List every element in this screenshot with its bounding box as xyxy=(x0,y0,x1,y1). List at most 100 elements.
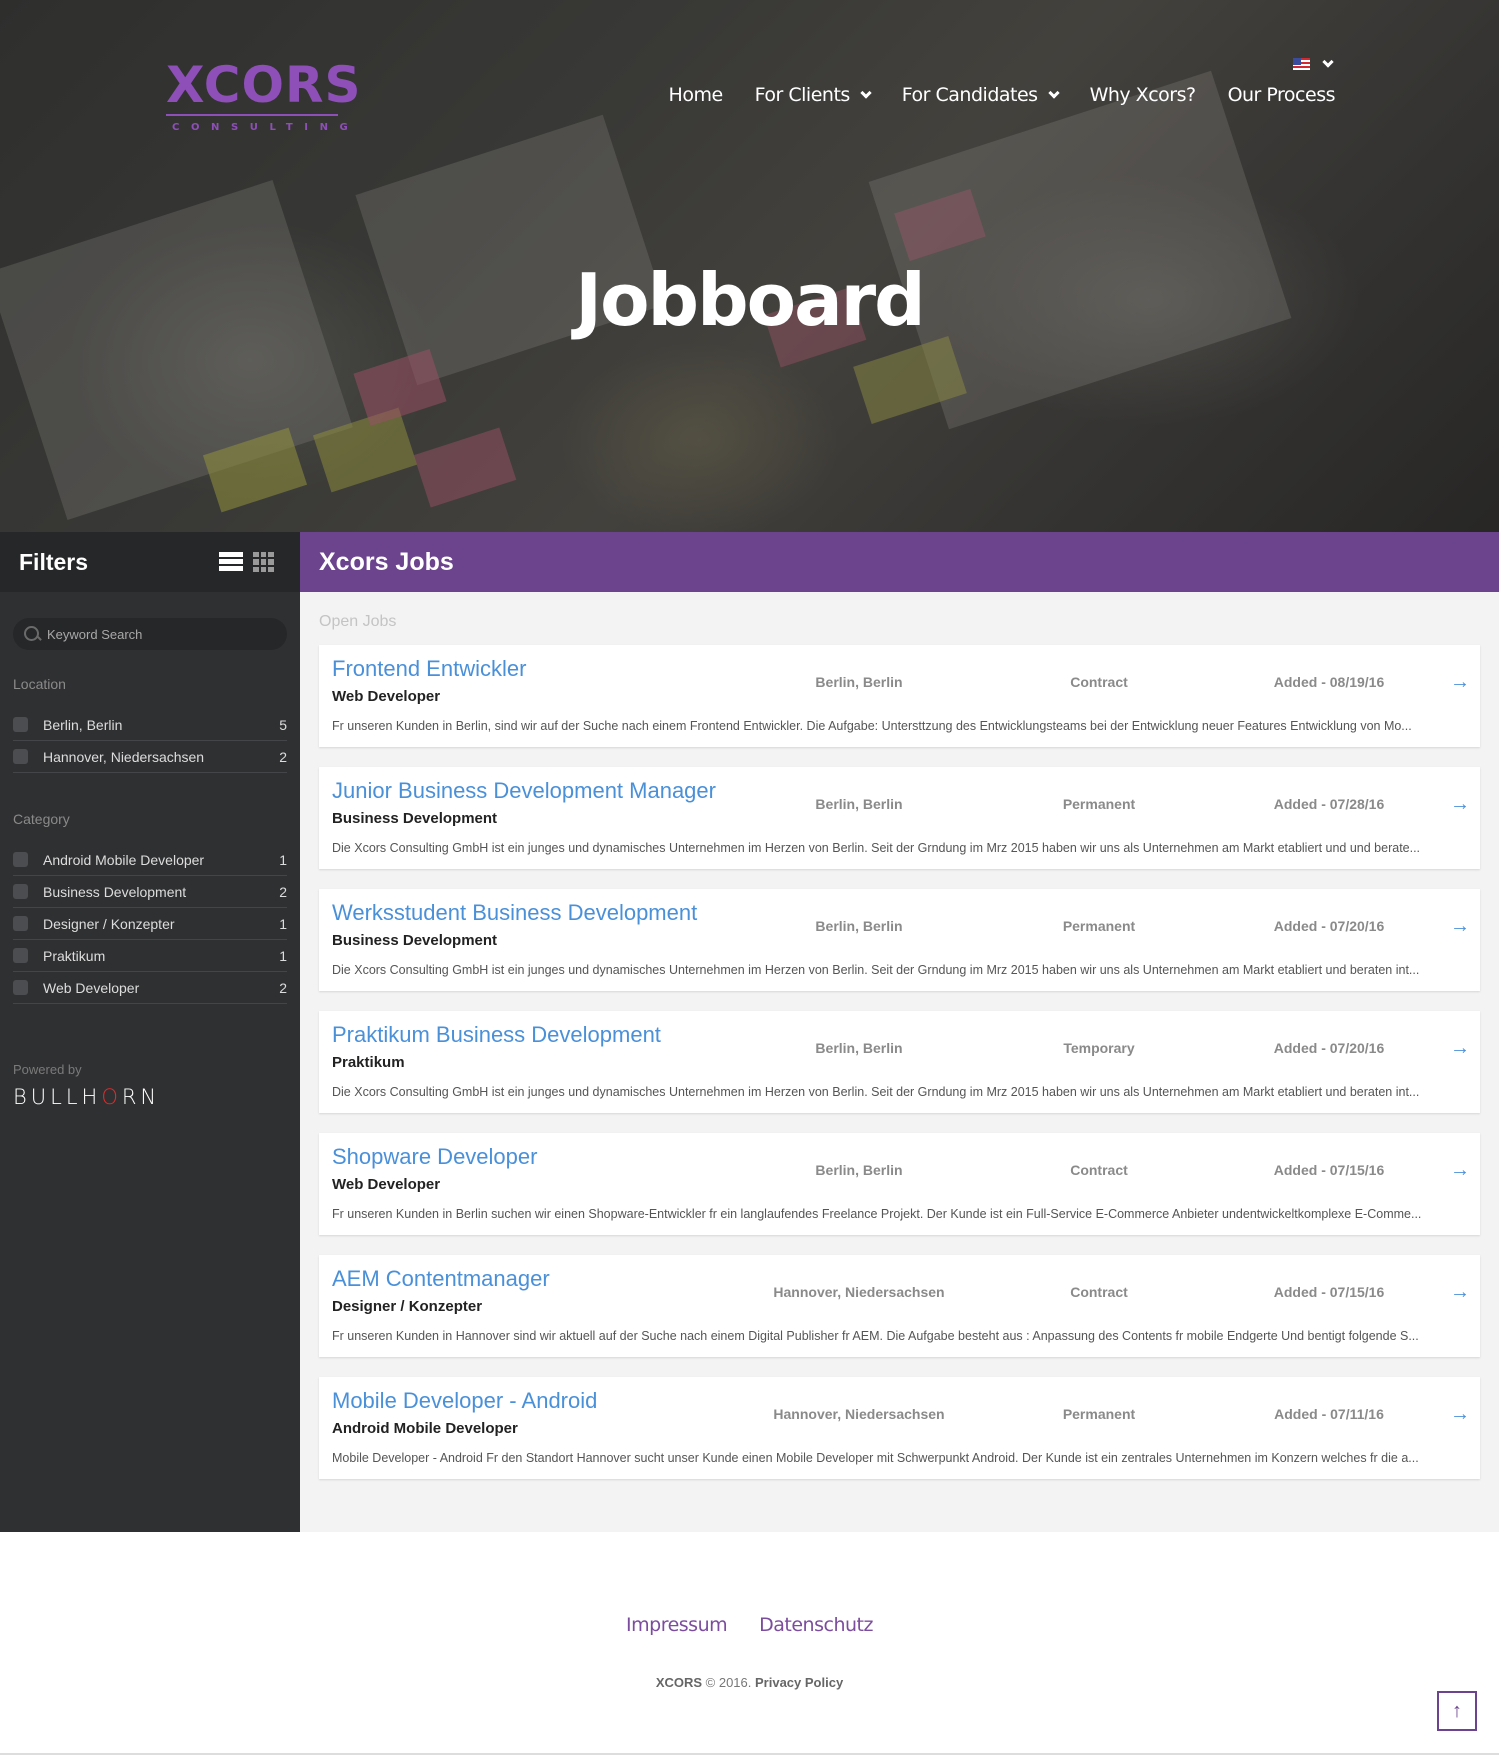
jobs-title: Xcors Jobs xyxy=(319,547,454,576)
bullhorn-logo-accent: O xyxy=(101,1085,122,1109)
category-filter-item[interactable]: Business Development 2 xyxy=(13,876,287,908)
nav-why-xcors[interactable]: Why Xcors? xyxy=(1089,84,1197,106)
category-filter-item[interactable]: Android Mobile Developer 1 xyxy=(13,844,287,876)
filters-sidebar: Filters Location Berlin, Berlin 5 Hannove… xyxy=(0,532,300,1532)
job-card[interactable]: Praktikum Business Development Praktikum… xyxy=(319,1011,1480,1113)
job-title[interactable]: Mobile Developer - Android xyxy=(332,1388,597,1414)
job-date: Added - 07/15/16 xyxy=(1273,1284,1385,1300)
job-date: Added - 07/11/16 xyxy=(1274,1406,1384,1422)
filter-count: 2 xyxy=(279,979,287,996)
job-title[interactable]: Junior Business Development Manager xyxy=(332,778,716,804)
job-location: Berlin, Berlin xyxy=(815,918,903,934)
logo-subtitle: CONSULTING xyxy=(172,122,360,133)
checkbox[interactable] xyxy=(13,852,28,867)
category-filter-list: Android Mobile Developer 1 Business Devel… xyxy=(13,844,287,1004)
job-card[interactable]: AEM Contentmanager Designer / Konzepter … xyxy=(319,1255,1480,1357)
job-category: Praktikum xyxy=(332,1054,405,1071)
open-jobs-label: Open Jobs xyxy=(319,613,397,630)
job-category: Designer / Konzepter xyxy=(332,1298,483,1315)
chevron-down-icon xyxy=(1322,56,1334,68)
job-card[interactable]: Werksstudent Business Development Busine… xyxy=(319,889,1480,991)
nav-why-xcors-label: Why Xcors? xyxy=(1089,84,1197,106)
category-filter-item[interactable]: Designer / Konzepter 1 xyxy=(13,908,287,940)
main-nav: Home For Clients For Candidates Why Xcor… xyxy=(669,84,1336,106)
category-filter-item[interactable]: Praktikum 1 xyxy=(13,940,287,972)
filters-title: Filters xyxy=(19,548,89,575)
chevron-down-icon xyxy=(860,87,872,99)
location-filter-item[interactable]: Hannover, Niedersachsen 2 xyxy=(13,741,287,773)
arrow-right-icon[interactable]: → xyxy=(1450,1281,1470,1304)
arrow-right-icon[interactable]: → xyxy=(1450,1159,1470,1182)
filter-count: 1 xyxy=(279,915,287,932)
filter-count: 1 xyxy=(279,947,287,964)
category-filter-item[interactable]: Web Developer 2 xyxy=(13,972,287,1004)
nav-home[interactable]: Home xyxy=(669,84,724,106)
arrow-right-icon[interactable]: → xyxy=(1450,793,1470,816)
bullhorn-logo-part: BULLH xyxy=(13,1085,102,1109)
filter-label: Android Mobile Developer xyxy=(43,851,205,868)
job-card[interactable]: Shopware Developer Web Developer Berlin,… xyxy=(319,1133,1480,1235)
category-filter-title: Category xyxy=(13,811,70,827)
keyword-search-input[interactable] xyxy=(47,626,267,642)
arrow-right-icon[interactable]: → xyxy=(1450,1037,1470,1060)
arrow-right-icon[interactable]: → xyxy=(1450,915,1470,938)
copyright: XCORS © 2016. Privacy Policy xyxy=(0,1675,1499,1690)
job-title[interactable]: AEM Contentmanager xyxy=(332,1266,550,1292)
filter-count: 5 xyxy=(279,716,287,733)
job-location: Berlin, Berlin xyxy=(815,796,903,812)
location-filter-item[interactable]: Berlin, Berlin 5 xyxy=(13,709,287,741)
job-description: Fr unseren Kunden in Berlin, sind wir au… xyxy=(332,719,1412,733)
job-card[interactable]: Frontend Entwickler Web Developer Berlin… xyxy=(319,645,1480,747)
us-flag-icon xyxy=(1293,58,1310,70)
filter-label: Designer / Konzepter xyxy=(43,915,175,932)
hero-banner: XCORS CONSULTING Home For Clients For Ca… xyxy=(0,0,1499,532)
job-title[interactable]: Frontend Entwickler xyxy=(332,656,526,682)
checkbox[interactable] xyxy=(13,884,28,899)
job-category: Android Mobile Developer xyxy=(332,1420,518,1437)
checkbox[interactable] xyxy=(13,948,28,963)
site-footer: Impressum Datenschutz XCORS © 2016. Priv… xyxy=(0,1532,1499,1755)
job-description: Fr unseren Kunden in Berlin suchen wir e… xyxy=(332,1207,1422,1221)
list-view-icon[interactable] xyxy=(219,552,243,572)
job-location: Berlin, Berlin xyxy=(815,1162,903,1178)
job-title[interactable]: Werksstudent Business Development xyxy=(332,900,697,926)
checkbox[interactable] xyxy=(13,749,28,764)
nav-for-candidates-label: For Candidates xyxy=(901,84,1038,106)
logo-divider xyxy=(166,114,338,116)
arrow-right-icon[interactable]: → xyxy=(1450,1403,1470,1426)
job-location: Berlin, Berlin xyxy=(815,674,903,690)
checkbox[interactable] xyxy=(13,916,28,931)
job-location: Hannover, Niedersachsen xyxy=(773,1284,945,1300)
privacy-policy-link[interactable]: Privacy Policy xyxy=(755,1675,843,1690)
filters-header: Filters xyxy=(0,532,300,592)
powered-by-label: Powered by xyxy=(13,1062,82,1077)
search-icon xyxy=(23,625,41,643)
grid-view-icon[interactable] xyxy=(253,552,274,572)
nav-our-process[interactable]: Our Process xyxy=(1228,84,1336,106)
job-card[interactable]: Junior Business Development Manager Busi… xyxy=(319,767,1480,869)
checkbox[interactable] xyxy=(13,980,28,995)
filter-label: Business Development xyxy=(43,883,187,900)
language-selector[interactable] xyxy=(1293,56,1334,70)
filter-label: Berlin, Berlin xyxy=(43,716,123,733)
job-description: Mobile Developer - Android Fr den Stando… xyxy=(332,1451,1419,1465)
job-type: Contract xyxy=(1070,1284,1128,1300)
filter-count: 2 xyxy=(279,748,287,765)
nav-for-clients-label: For Clients xyxy=(754,84,851,106)
nav-for-candidates[interactable]: For Candidates xyxy=(901,84,1060,106)
job-title[interactable]: Shopware Developer xyxy=(332,1144,537,1170)
job-description: Fr unseren Kunden in Hannover sind wir a… xyxy=(332,1329,1419,1343)
footer-link-impressum[interactable]: Impressum xyxy=(626,1614,728,1636)
arrow-right-icon[interactable]: → xyxy=(1450,671,1470,694)
jobs-panel: Xcors Jobs Open Jobs Frontend Entwickler… xyxy=(300,532,1499,1532)
job-card[interactable]: Mobile Developer - Android Android Mobil… xyxy=(319,1377,1480,1479)
checkbox[interactable] xyxy=(13,717,28,732)
nav-for-clients[interactable]: For Clients xyxy=(754,84,872,106)
footer-link-datenschutz[interactable]: Datenschutz xyxy=(759,1614,873,1636)
job-category: Web Developer xyxy=(332,688,441,705)
job-title[interactable]: Praktikum Business Development xyxy=(332,1022,661,1048)
back-to-top-button[interactable]: ↑ xyxy=(1437,1691,1477,1731)
bullhorn-logo[interactable]: BULLHORN xyxy=(13,1085,300,1109)
xcors-logo[interactable]: XCORS CONSULTING xyxy=(166,60,360,133)
job-type: Permanent xyxy=(1062,918,1136,934)
